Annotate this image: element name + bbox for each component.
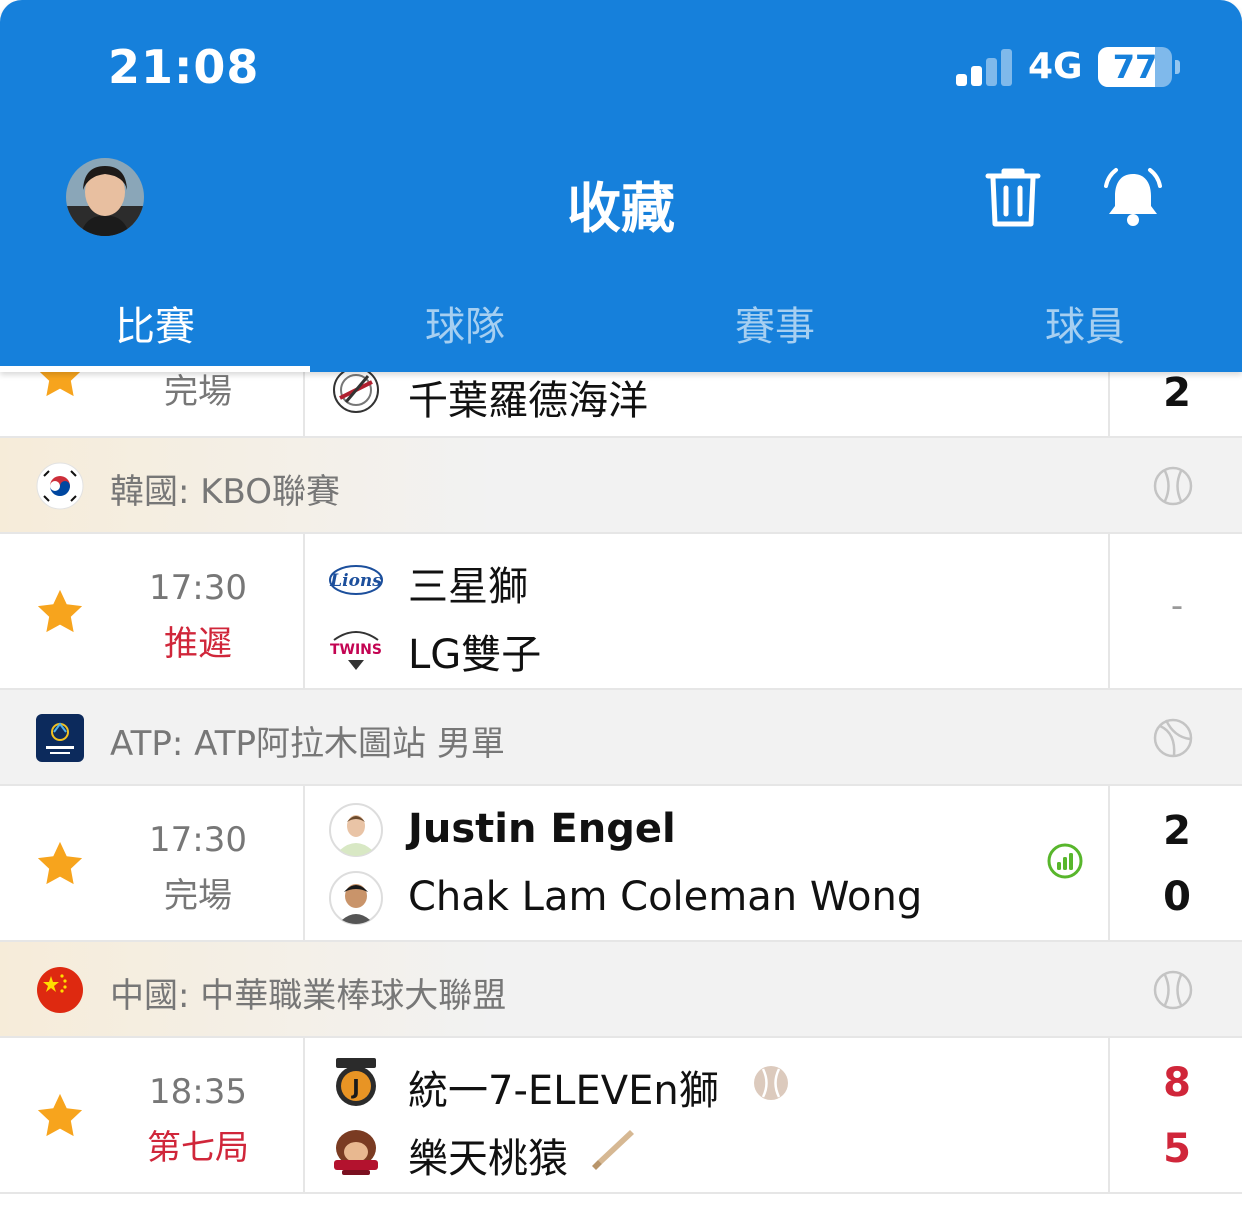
baseball-icon — [1153, 466, 1193, 506]
app-header: 21:08 4G 77 收藏 比賽 球隊 賽事 球員 — [0, 0, 1242, 372]
astana-open-logo — [36, 714, 84, 762]
match-time-column: 18:35 第七局 — [0, 1038, 305, 1192]
tab-teams[interactable]: 球隊 — [310, 294, 620, 352]
league-name: 韓國: KBO聯賽 — [110, 472, 341, 512]
league-header[interactable]: 中國: 中華職業棒球大聯盟 — [0, 942, 1242, 1038]
china-flag-icon — [37, 967, 83, 1013]
battery-tip — [1175, 60, 1180, 74]
player-name: Chak Lam Coleman Wong — [408, 874, 923, 920]
svg-text:TWINS: TWINS — [330, 642, 382, 658]
score-column: 8 5 — [1108, 1038, 1242, 1192]
match-time: 18:35 — [149, 1072, 247, 1112]
team-name: 樂天桃猿 — [408, 1136, 568, 1182]
battery-icon: 77 — [1098, 47, 1172, 87]
uni-lions-logo: J — [336, 1058, 376, 1106]
team-name: LG雙子 — [408, 632, 542, 678]
rakuten-monkeys-logo — [334, 1130, 378, 1175]
match-row[interactable]: 17:30 推遲 Lions 三星獅 TWINS LG雙子 - — [0, 534, 1242, 690]
match-time: 17:30 — [149, 820, 247, 860]
score-placeholder: - — [1170, 586, 1184, 626]
team-score: 5 — [1163, 1126, 1191, 1172]
svg-text:J: J — [350, 1075, 359, 1099]
team-score: 8 — [1163, 1060, 1191, 1106]
korea-flag-icon — [36, 462, 84, 510]
league-header[interactable]: ATP: ATP阿拉木圖站 男單 — [0, 690, 1242, 786]
player-score: 0 — [1163, 874, 1191, 920]
league-name: ATP: ATP阿拉木圖站 男單 — [110, 724, 505, 764]
player-name: Justin Engel — [408, 806, 676, 852]
tab-players[interactable]: 球員 — [930, 294, 1240, 352]
player-avatar — [329, 803, 383, 857]
match-status: 第七局 — [147, 1128, 249, 1168]
favorite-star-icon[interactable] — [34, 1090, 86, 1142]
team-name: 千葉羅德海洋 — [408, 378, 648, 424]
samsung-lions-logo: Lions — [329, 565, 383, 595]
tennis-icon — [1153, 718, 1193, 758]
match-status: 推遲 — [164, 624, 232, 664]
baseball-icon — [1153, 970, 1193, 1010]
favorite-star-icon[interactable] — [34, 838, 86, 890]
match-row[interactable]: 17:30 完場 Justin Engel Chak Lam Coleman W… — [0, 786, 1242, 942]
match-time: 17:30 — [149, 568, 247, 608]
tab-indicator — [0, 366, 310, 372]
match-time-column: 17:30 推遲 — [0, 534, 305, 688]
score-column: 2 0 — [1108, 786, 1242, 940]
svg-text:Lions: Lions — [329, 571, 382, 591]
network-type: 4G — [1028, 46, 1083, 87]
page-title: 收藏 — [567, 177, 675, 240]
signal-icon — [956, 48, 1014, 86]
bat-icon — [592, 1130, 634, 1170]
lg-twins-logo: TWINS — [330, 631, 382, 670]
player-score: 2 — [1163, 808, 1191, 854]
team-score: 2 — [1163, 370, 1191, 416]
league-name: 中國: 中華職業棒球大聯盟 — [110, 976, 507, 1016]
tab-bar: 比賽 球隊 賽事 球員 — [0, 282, 1242, 372]
status-time: 21:08 — [108, 40, 260, 94]
stats-icon[interactable] — [1046, 842, 1084, 880]
tab-competitions[interactable]: 賽事 — [620, 294, 930, 352]
battery-level: 77 — [1112, 48, 1158, 86]
trash-icon[interactable] — [984, 166, 1042, 230]
match-row[interactable]: 18:35 第七局 J 統一7-ELEVEn獅 樂天桃猿 8 5 — [0, 1038, 1242, 1194]
score-column: - — [1108, 534, 1242, 688]
team-name: 三星獅 — [408, 564, 528, 610]
bell-icon[interactable] — [1100, 166, 1166, 230]
baseball-icon — [754, 1066, 788, 1100]
match-time-column: 17:30 完場 — [0, 786, 305, 940]
player-avatar — [329, 871, 383, 925]
league-header[interactable]: 韓國: KBO聯賽 — [0, 438, 1242, 534]
favorite-star-icon[interactable] — [34, 586, 86, 638]
tab-matches[interactable]: 比賽 — [0, 294, 310, 352]
match-status: 完場 — [164, 876, 232, 916]
team-name: 統一7-ELEVEn獅 — [408, 1068, 719, 1114]
